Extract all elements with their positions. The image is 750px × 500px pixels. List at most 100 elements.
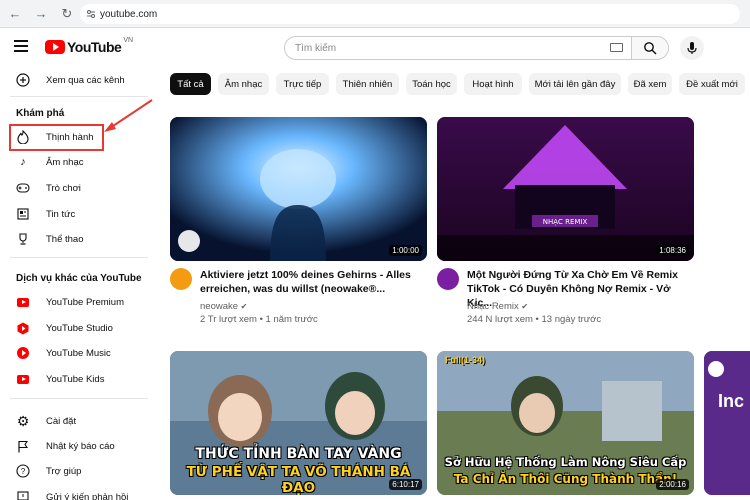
sidebar-item-music-app[interactable]: YouTube Music (0, 341, 152, 365)
voice-search-button[interactable] (680, 36, 704, 60)
search-icon (644, 42, 657, 55)
sidebar-item-premium[interactable]: YouTube Premium (0, 290, 152, 314)
chip-math[interactable]: Toán học (406, 73, 457, 95)
search-button[interactable] (631, 36, 669, 60)
channel-name-text: Nhạc Remix (467, 301, 519, 312)
video-title-line: Một Người Đứng Từ Xa Chờ Em Về Remix (467, 269, 679, 281)
youtube-logo[interactable]: YouTube VN (45, 36, 134, 55)
menu-icon[interactable] (14, 40, 30, 54)
feedback-icon (15, 489, 31, 500)
thumbnail-label: NHẠC REMIX (543, 218, 588, 226)
sidebar-item-kids[interactable]: YouTube Kids (0, 367, 152, 391)
chip-recently-uploaded[interactable]: Mới tải lên gần đây (529, 73, 621, 95)
video-title-line: Aktiviere jetzt 100% deines Gehirns - Al… (200, 269, 411, 281)
keyboard-icon[interactable] (610, 43, 623, 52)
sidebar-item-label: YouTube Music (46, 347, 111, 359)
url-text: youtube.com (100, 8, 158, 20)
sidebar-item-label: YouTube Kids (46, 373, 105, 385)
forward-icon[interactable]: → (30, 3, 52, 25)
chip-music[interactable]: Âm nhạc (218, 73, 269, 95)
sidebar-item-label: Xem qua các kênh (46, 74, 125, 86)
sidebar-item-label: Gửi ý kiến phản hồi (46, 491, 129, 500)
section-title-explore: Khám phá (16, 108, 65, 119)
sidebar-item-label: YouTube Premium (46, 296, 124, 308)
video-duration: 1:00:00 (389, 245, 422, 256)
back-icon[interactable]: ← (4, 3, 26, 25)
yt-header: YouTube VN Tìm kiếm (0, 28, 750, 68)
annotation-arrow (104, 99, 153, 132)
dj-stage-image: NHẠC REMIX (437, 117, 694, 261)
video-title-line: erreichen, was du willst (neowake®... (200, 283, 386, 295)
sidebar-item-news[interactable]: Tin tức (0, 202, 152, 226)
gamepad-icon (15, 180, 31, 196)
sidebar-item-gaming[interactable]: Trò chơi (0, 176, 152, 200)
add-circle-icon (15, 72, 31, 88)
video-duration: 2:00:16 (656, 479, 689, 490)
video-duration: 6:10:17 (389, 479, 422, 490)
video-meta: 2 Tr lượt xem • 1 năm trước (200, 314, 318, 325)
annotation-highlight-box (9, 124, 104, 151)
youtube-premium-icon (15, 294, 31, 310)
trophy-icon (15, 231, 31, 247)
youtube-logo-icon (45, 40, 65, 54)
address-bar[interactable]: youtube.com (80, 4, 740, 24)
channel-avatar[interactable] (437, 268, 459, 290)
chip-watched[interactable]: Đã xem (628, 73, 672, 95)
sidebar-item-label: Nhật ký báo cáo (46, 440, 115, 452)
logo-text: YouTube (67, 39, 122, 55)
search-placeholder: Tìm kiếm (295, 42, 337, 54)
sidebar-item-label: Trợ giúp (46, 465, 82, 477)
thumbnail-caption: Sở Hữu Hệ Thống Làm Nông Siêu Cấp (444, 455, 687, 469)
site-info-icon[interactable] (86, 9, 96, 19)
episode-badge: Full(1-34) (445, 355, 486, 365)
sidebar-item-label: Thể thao (46, 233, 84, 245)
video-thumbnail[interactable]: 1:00:00 (170, 117, 427, 261)
sidebar-item-sports[interactable]: Thể thao (0, 227, 152, 251)
thumbnail-caption: Inc (718, 391, 745, 411)
sidebar-item-label: Trò chơi (46, 182, 81, 194)
sidebar-item-help[interactable]: ? Trợ giúp (0, 459, 152, 483)
video-duration: 1:08:36 (656, 245, 689, 256)
chip-animation[interactable]: Hoạt hình (464, 73, 522, 95)
sidebar-item-subscriptions[interactable]: Xem qua các kênh (0, 68, 152, 92)
video-title[interactable]: Aktiviere jetzt 100% deines Gehirns - Al… (200, 268, 415, 296)
country-code: VN (123, 36, 134, 44)
verified-check-icon: ✔ (240, 302, 248, 311)
video-thumbnail[interactable]: Inc (704, 351, 750, 495)
channel-avatar[interactable] (170, 268, 192, 290)
chip-live[interactable]: Trực tiếp (276, 73, 329, 95)
sidebar-item-label: Tin tức (46, 208, 76, 220)
help-icon: ? (15, 463, 31, 479)
sidebar-item-label: Âm nhạc (46, 156, 84, 168)
channel-name[interactable]: Nhạc Remix ✔ (467, 301, 528, 312)
sidebar-item-studio[interactable]: YouTube Studio (0, 316, 152, 340)
video-meta: 244 N lượt xem • 13 ngày trước (467, 314, 602, 325)
channel-name[interactable]: neowake ✔ (200, 301, 247, 312)
flag-icon (15, 438, 31, 454)
section-title-more-services: Dịch vụ khác của YouTube (16, 273, 142, 284)
sidebar-item-label: YouTube Studio (46, 322, 113, 334)
sidebar-item-report-history[interactable]: Nhật ký báo cáo (0, 434, 152, 458)
sidebar-divider (10, 398, 148, 399)
sidebar-divider (10, 257, 148, 258)
svg-text:?: ? (21, 467, 26, 476)
channel-name-text: neowake (200, 301, 239, 312)
search-input[interactable]: Tìm kiếm (284, 36, 632, 60)
chip-new-to-you[interactable]: Đề xuất mới (679, 73, 745, 95)
video-thumbnail[interactable]: NHẠC REMIX 1:08:36 (437, 117, 694, 261)
chip-all[interactable]: Tất cả (170, 73, 211, 95)
gear-icon: ⚙ (16, 412, 30, 429)
sidebar-item-feedback[interactable]: Gửi ý kiến phản hồi (0, 485, 152, 500)
sidebar-item-settings[interactable]: ⚙ Cài đặt (0, 409, 152, 433)
video-thumbnail[interactable]: Full(1-34) Sở Hữu Hệ Thống Làm Nông Siêu… (437, 351, 694, 495)
music-note-icon: ♪ (20, 156, 26, 168)
verified-check-icon: ✔ (521, 302, 529, 311)
sidebar-item-music[interactable]: ♪ Âm nhạc (0, 150, 152, 174)
video-thumbnail[interactable]: THỨC TỈNH BÀN TAY VÀNG TỪ PHẾ VẬT TA VÕ … (170, 351, 427, 495)
chip-nature[interactable]: Thiên nhiên (336, 73, 399, 95)
youtube-kids-icon (15, 371, 31, 387)
microphone-icon (687, 42, 697, 54)
youtube-studio-icon (15, 320, 31, 336)
thumbnail-caption: THỨC TỈNH BÀN TAY VÀNG (195, 446, 402, 462)
reload-icon[interactable]: ↻ (56, 3, 78, 25)
